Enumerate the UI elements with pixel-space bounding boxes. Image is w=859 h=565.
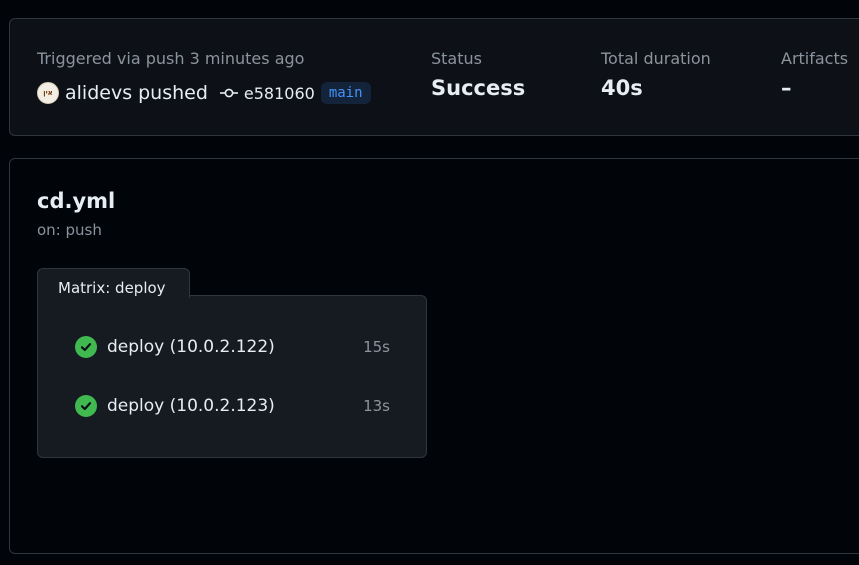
duration-value: 40s (601, 76, 643, 100)
job-duration: 13s (363, 397, 390, 415)
job-name: deploy (10.0.2.122) (107, 337, 275, 357)
job-item[interactable]: deploy (10.0.2.122) 15s (75, 334, 390, 360)
run-summary-card: Triggered via push 3 minutes ago אין ali… (9, 18, 859, 136)
artifacts-label: Artifacts (781, 49, 849, 68)
workflow-graph-card: cd.yml on: push Matrix: deploy deploy (1… (9, 158, 859, 554)
matrix-header: Matrix: deploy (37, 268, 190, 298)
workflow-trigger: on: push (37, 221, 102, 239)
branch-badge[interactable]: main (320, 82, 371, 104)
matrix-label: Matrix: deploy (58, 279, 166, 297)
trigger-text: Triggered via push 3 minutes ago (37, 49, 305, 68)
matrix-jobs-box: deploy (10.0.2.122) 15s deploy (10.0.2.1… (37, 295, 427, 458)
workflow-file-name: cd.yml (37, 189, 116, 213)
avatar[interactable]: אין (37, 82, 59, 104)
action-text: pushed (138, 82, 208, 104)
job-item[interactable]: deploy (10.0.2.123) 13s (75, 393, 390, 419)
git-commit-icon (219, 87, 238, 99)
check-circle-icon (75, 395, 97, 417)
artifacts-section: Artifacts – (781, 49, 848, 100)
commit-sha-link[interactable]: e581060 (244, 84, 315, 103)
duration-label: Total duration (601, 49, 711, 68)
job-name: deploy (10.0.2.123) (107, 396, 275, 416)
job-duration: 15s (363, 338, 390, 356)
actor-link[interactable]: alidevs (65, 82, 132, 104)
check-circle-icon (75, 336, 97, 358)
duration-section: Total duration 40s (601, 49, 711, 100)
status-value: Success (431, 76, 526, 100)
trigger-details: אין alidevs pushed e581060 main (37, 81, 371, 105)
artifacts-value: – (781, 76, 792, 100)
status-section: Status Success (431, 49, 525, 100)
status-label: Status (431, 49, 482, 68)
